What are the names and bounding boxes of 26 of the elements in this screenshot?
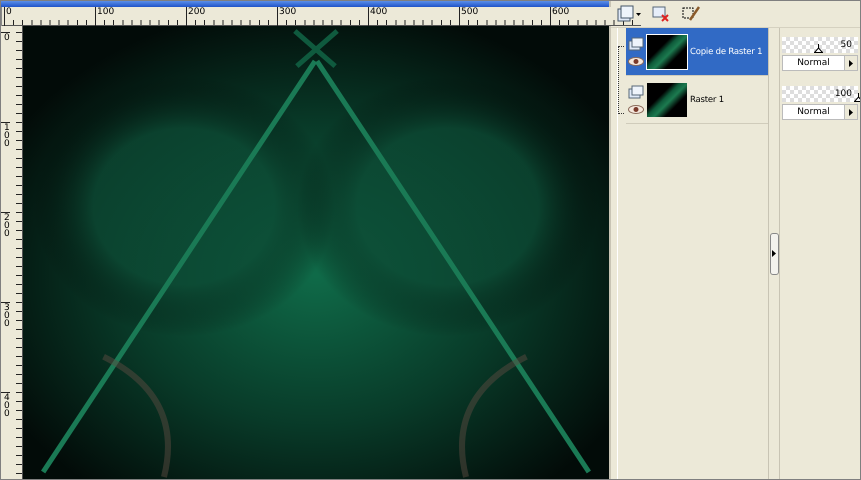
layer-icon <box>628 85 644 99</box>
panel-splitter[interactable] <box>770 232 778 274</box>
layer-name: Raster 1 <box>690 94 724 104</box>
eye-icon[interactable] <box>628 57 644 66</box>
ruler-label: 100 <box>1 122 10 212</box>
layer-thumbnail <box>647 34 687 68</box>
opacity-slider[interactable]: 100 <box>782 86 858 102</box>
blend-mode-dropdown[interactable]: Normal <box>782 104 858 120</box>
selection-brush-button[interactable] <box>681 5 701 23</box>
arrow-icon <box>772 250 776 257</box>
eye-icon[interactable] <box>628 105 644 114</box>
opacity-slider[interactable]: 50 <box>782 37 858 53</box>
layer-thumbnail <box>647 82 687 116</box>
ruler-label: 200 <box>1 212 10 302</box>
layer-icon <box>628 37 644 51</box>
new-layer-button[interactable] <box>617 5 641 23</box>
caret-icon <box>849 60 853 66</box>
blend-mode-dropdown[interactable]: Normal <box>782 55 858 71</box>
layer-name: Copie de Raster 1 <box>690 46 762 56</box>
delete-layer-button[interactable] <box>651 5 671 23</box>
layer-row[interactable]: Copie de Raster 1 <box>626 28 768 76</box>
ruler-label: 300 <box>1 302 10 392</box>
ruler-label: 400 <box>1 392 10 479</box>
slider-thumb[interactable] <box>814 44 823 53</box>
ruler-label: 0 <box>1 32 10 122</box>
caret-icon <box>849 108 853 116</box>
